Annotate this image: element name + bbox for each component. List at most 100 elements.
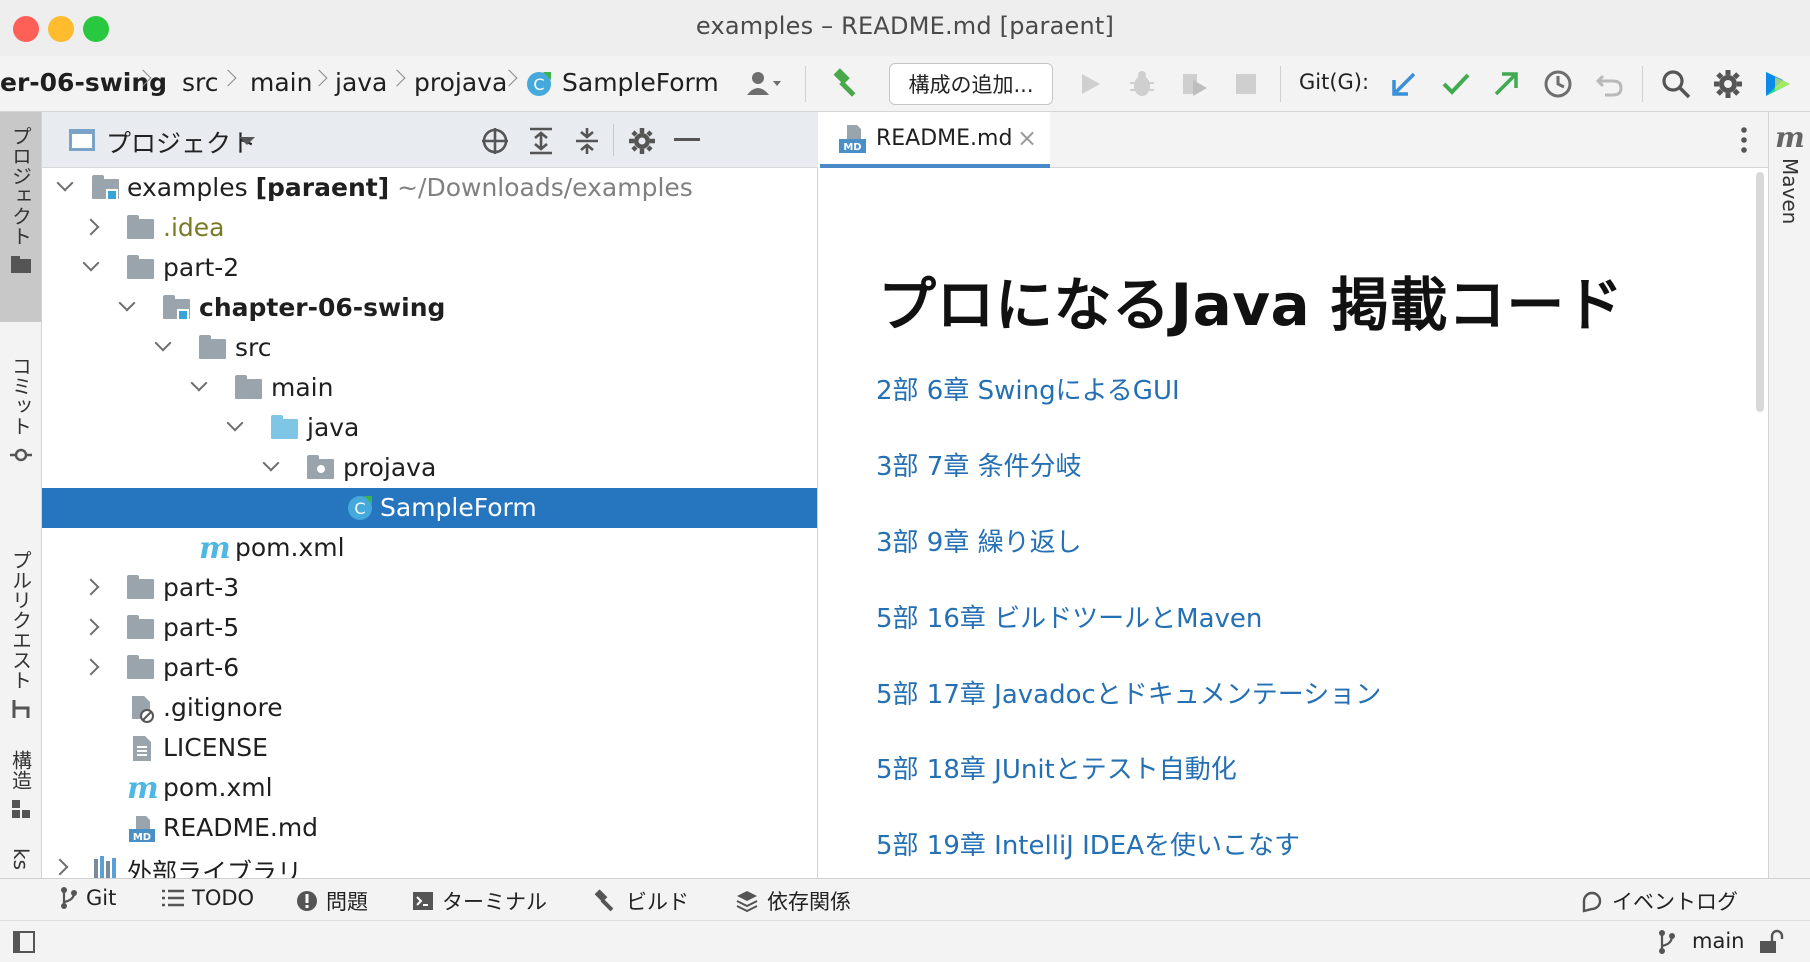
chevron-down-icon[interactable] xyxy=(154,334,172,352)
layers-icon xyxy=(736,891,758,913)
search-icon[interactable] xyxy=(1656,64,1696,104)
readme-link-7[interactable]: 5部 19章 IntelliJ IDEAを使いこなす xyxy=(876,825,1300,862)
jetbrains-logo-icon[interactable] xyxy=(1758,64,1798,104)
git-update-icon[interactable] xyxy=(1384,64,1424,104)
debug-icon[interactable] xyxy=(1122,64,1162,104)
tool-tab-project[interactable]: プロジェクト xyxy=(0,112,41,322)
tool-dependencies-label: 依存関係 xyxy=(767,890,851,914)
add-configuration-button[interactable]: 構成の追加... xyxy=(889,63,1053,105)
folder-icon xyxy=(127,655,155,681)
chevron-right-icon[interactable] xyxy=(82,578,100,596)
toggle-tool-windows-icon[interactable] xyxy=(12,930,36,954)
toolbar-separator xyxy=(1642,66,1643,102)
tab-readme[interactable]: MD README.md × xyxy=(820,112,1050,168)
tree-row-module-pom[interactable]: m pom.xml xyxy=(42,528,817,568)
tree-row-chapter-06-swing[interactable]: chapter-06-swing xyxy=(42,288,817,328)
tool-tab-structure[interactable]: 構造 xyxy=(0,724,41,844)
tool-tab-maven[interactable]: m Maven xyxy=(1769,124,1810,225)
build-hammer-icon[interactable] xyxy=(827,64,867,104)
tree-row-main[interactable]: main xyxy=(42,368,817,408)
tool-event-log[interactable]: イベントログ xyxy=(1580,886,1738,916)
breadcrumb-src[interactable]: src xyxy=(182,68,219,97)
panel-settings-icon[interactable] xyxy=(627,126,657,156)
tree-row-readme[interactable]: MD README.md xyxy=(42,808,817,848)
chevron-down-icon[interactable] xyxy=(190,374,208,392)
folder-icon xyxy=(235,375,263,401)
history-icon[interactable] xyxy=(1538,64,1578,104)
tree-row-gitignore[interactable]: .gitignore xyxy=(42,688,817,728)
unlock-icon[interactable] xyxy=(1758,929,1784,955)
tool-git[interactable]: Git xyxy=(60,886,116,910)
chevron-right-icon[interactable] xyxy=(51,858,69,876)
breadcrumb-main[interactable]: main xyxy=(250,68,312,97)
breadcrumb-projava[interactable]: projava xyxy=(414,68,507,97)
readme-link-1[interactable]: 2部 6章 SwingによるGUI xyxy=(876,370,1180,407)
tree-label-part-3: part-3 xyxy=(163,573,240,602)
text-file-icon xyxy=(130,735,158,761)
source-folder-icon xyxy=(271,415,299,441)
rollback-icon[interactable] xyxy=(1590,64,1630,104)
tree-label-examples-name: examples xyxy=(127,173,248,202)
tree-row-examples[interactable]: examples [paraent] ~/Downloads/examples xyxy=(42,168,817,208)
chevron-down-icon[interactable] xyxy=(226,414,244,432)
readme-link-2[interactable]: 3部 7章 条件分岐 xyxy=(876,446,1082,483)
locate-file-icon[interactable] xyxy=(480,126,510,156)
tool-todo[interactable]: TODO xyxy=(162,886,254,910)
tree-row-license[interactable]: LICENSE xyxy=(42,728,817,768)
tree-row-part-6[interactable]: part-6 xyxy=(42,648,817,688)
chevron-down-icon[interactable] xyxy=(238,136,256,146)
tool-terminal[interactable]: ターミナル xyxy=(412,886,547,916)
chevron-right-icon[interactable] xyxy=(82,618,100,636)
markdown-file-icon: MD xyxy=(128,815,156,843)
chevron-down-icon[interactable] xyxy=(118,294,136,312)
chevron-down-icon[interactable] xyxy=(82,254,100,272)
settings-icon[interactable] xyxy=(1708,64,1748,104)
expand-all-icon[interactable] xyxy=(526,126,556,156)
chevron-down-icon[interactable] xyxy=(56,174,74,192)
tree-row-part-5[interactable]: part-5 xyxy=(42,608,817,648)
more-options-icon[interactable] xyxy=(1740,126,1748,154)
readme-link-6[interactable]: 5部 18章 JUnitとテスト自動化 xyxy=(876,749,1237,786)
breadcrumb-java[interactable]: java xyxy=(335,68,387,97)
tool-dependencies[interactable]: 依存関係 xyxy=(735,886,851,916)
folder-icon xyxy=(127,575,155,601)
readme-link-3[interactable]: 3部 9章 繰り返し xyxy=(876,522,1082,559)
readme-heading: プロになるJava 掲載コード xyxy=(878,271,1624,339)
close-tab-icon[interactable]: × xyxy=(1017,124,1037,152)
bottom-tool-bar: Git TODO 問題 ターミナル ビルド 依存関係 イベントログ xyxy=(0,878,1810,920)
git-commit-icon[interactable] xyxy=(1436,64,1476,104)
tool-problems[interactable]: 問題 xyxy=(296,886,368,916)
tool-tab-bookmarks[interactable]: ks xyxy=(0,848,41,878)
git-branch-icon xyxy=(61,887,77,909)
tree-row-part-3[interactable]: part-3 xyxy=(42,568,817,608)
chevron-right-icon[interactable] xyxy=(82,218,100,236)
git-branch-status[interactable]: main xyxy=(1692,929,1744,953)
tree-row-part-2[interactable]: part-2 xyxy=(42,248,817,288)
chevron-down-icon[interactable] xyxy=(262,454,280,472)
chevron-right-icon[interactable] xyxy=(82,658,100,676)
tool-tab-pull-requests-label: プルリクエスト xyxy=(8,550,33,690)
project-panel-title[interactable]: プロジェクト xyxy=(106,124,256,160)
run-icon[interactable] xyxy=(1070,64,1110,104)
hide-panel-icon[interactable] xyxy=(674,138,700,142)
tree-row-external-libraries[interactable]: 外部ライブラリ xyxy=(42,848,817,878)
breadcrumb-sampleform[interactable]: SampleForm xyxy=(562,68,719,97)
collapse-all-icon[interactable] xyxy=(572,126,602,156)
stop-icon[interactable] xyxy=(1226,64,1266,104)
window-title: examples – README.md [paraent] xyxy=(695,12,1115,40)
tree-row-root-pom[interactable]: m pom.xml xyxy=(42,768,817,808)
breadcrumb-separator-icon xyxy=(310,69,328,87)
tree-row-idea[interactable]: .idea xyxy=(42,208,817,248)
tree-row-projava[interactable]: projava xyxy=(42,448,817,488)
editor-scrollbar[interactable] xyxy=(1756,172,1764,412)
breadcrumb-separator-icon xyxy=(388,69,406,87)
readme-link-5[interactable]: 5部 17章 Javadocとドキュメンテーション xyxy=(876,674,1381,711)
git-push-icon[interactable] xyxy=(1486,64,1526,104)
tree-row-src[interactable]: src xyxy=(42,328,817,368)
tool-build[interactable]: ビルド xyxy=(594,886,689,916)
coverage-icon[interactable] xyxy=(1174,64,1214,104)
tree-row-sampleform[interactable]: C SampleForm xyxy=(42,488,817,528)
readme-link-4[interactable]: 5部 16章 ビルドツールとMaven xyxy=(876,598,1262,635)
tree-row-java[interactable]: java xyxy=(42,408,817,448)
user-menu-icon[interactable] xyxy=(745,64,785,104)
